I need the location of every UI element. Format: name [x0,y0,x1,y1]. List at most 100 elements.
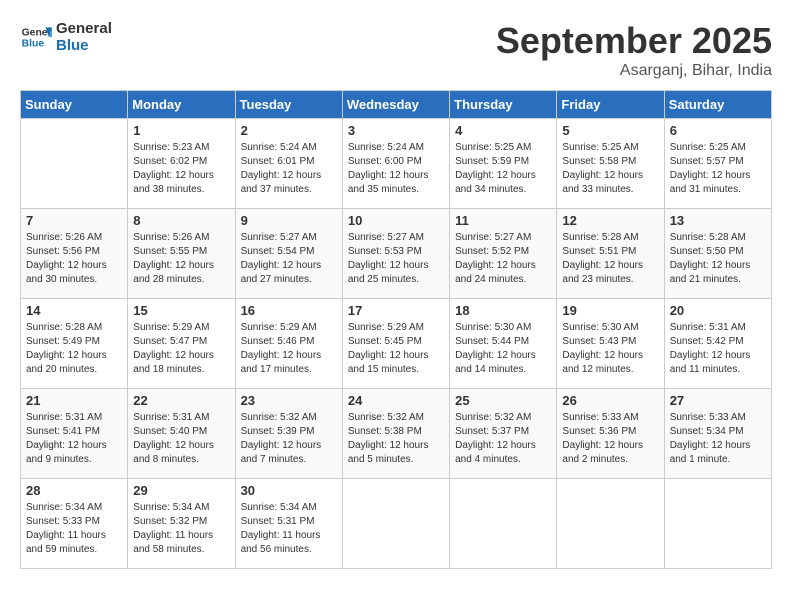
day-info: Sunrise: 5:26 AM Sunset: 5:56 PM Dayligh… [26,231,122,287]
calendar-cell: 7Sunrise: 5:26 AM Sunset: 5:56 PM Daylig… [21,209,128,299]
calendar-cell [557,479,664,569]
day-info: Sunrise: 5:25 AM Sunset: 5:57 PM Dayligh… [670,141,766,197]
calendar-cell: 23 Sunrise: 5:32 AM Sunset: 5:39 PM Dayli… [235,389,342,479]
week-row-4: 21Sunrise: 5:31 AM Sunset: 5:41 PM Dayli… [21,389,772,479]
day-number: 10 [348,213,444,228]
calendar-cell: 5 Sunrise: 5:25 AM Sunset: 5:58 PM Daylig… [557,119,664,209]
day-info: Sunrise: 5:34 AM Sunset: 5:31 PM Dayligh… [241,501,337,557]
calendar-table: SundayMondayTuesdayWednesdayThursdayFrid… [20,90,772,569]
calendar-cell: 20 Sunrise: 5:31 AM Sunset: 5:42 PM Dayli… [664,299,771,389]
day-info: Sunrise: 5:34 AM Sunset: 5:33 PM Dayligh… [26,501,122,557]
day-info: Sunrise: 5:29 AM Sunset: 5:45 PM Dayligh… [348,321,444,377]
day-number: 14 [26,303,122,318]
calendar-cell [450,479,557,569]
calendar-header-row: SundayMondayTuesdayWednesdayThursdayFrid… [21,91,772,119]
location-subtitle: Asarganj, Bihar, India [496,62,772,80]
calendar-cell: 22Sunrise: 5:31 AM Sunset: 5:40 PM Dayli… [128,389,235,479]
day-info: Sunrise: 5:23 AM Sunset: 6:02 PM Dayligh… [133,141,229,197]
calendar-cell: 28 Sunrise: 5:34 AM Sunset: 5:33 PM Dayli… [21,479,128,569]
calendar-cell: 26Sunrise: 5:33 AM Sunset: 5:36 PM Dayli… [557,389,664,479]
day-number: 27 [670,393,766,408]
calendar-cell [21,119,128,209]
day-info: Sunrise: 5:32 AM Sunset: 5:39 PM Dayligh… [241,411,337,467]
calendar-cell: 1 Sunrise: 5:23 AM Sunset: 6:02 PM Daylig… [128,119,235,209]
calendar-cell: 24 Sunrise: 5:32 AM Sunset: 5:38 PM Dayli… [342,389,449,479]
day-info: Sunrise: 5:27 AM Sunset: 5:52 PM Dayligh… [455,231,551,287]
calendar-cell: 25Sunrise: 5:32 AM Sunset: 5:37 PM Dayli… [450,389,557,479]
day-number: 30 [241,483,337,498]
calendar-cell: 3 Sunrise: 5:24 AM Sunset: 6:00 PM Daylig… [342,119,449,209]
day-number: 23 [241,393,337,408]
day-info: Sunrise: 5:34 AM Sunset: 5:32 PM Dayligh… [133,501,229,557]
day-info: Sunrise: 5:31 AM Sunset: 5:42 PM Dayligh… [670,321,766,377]
day-number: 4 [455,123,551,138]
day-number: 28 [26,483,122,498]
column-header-saturday: Saturday [664,91,771,119]
calendar-cell: 9 Sunrise: 5:27 AM Sunset: 5:54 PM Daylig… [235,209,342,299]
logo-text-blue: Blue [56,37,112,54]
day-number: 20 [670,303,766,318]
day-info: Sunrise: 5:31 AM Sunset: 5:41 PM Dayligh… [26,411,122,467]
day-number: 19 [562,303,658,318]
calendar-cell: 11 Sunrise: 5:27 AM Sunset: 5:52 PM Dayli… [450,209,557,299]
day-info: Sunrise: 5:28 AM Sunset: 5:51 PM Dayligh… [562,231,658,287]
day-number: 9 [241,213,337,228]
week-row-3: 14 Sunrise: 5:28 AM Sunset: 5:49 PM Dayli… [21,299,772,389]
calendar-cell: 10 Sunrise: 5:27 AM Sunset: 5:53 PM Dayli… [342,209,449,299]
calendar-cell: 16 Sunrise: 5:29 AM Sunset: 5:46 PM Dayli… [235,299,342,389]
day-info: Sunrise: 5:25 AM Sunset: 5:58 PM Dayligh… [562,141,658,197]
day-info: Sunrise: 5:25 AM Sunset: 5:59 PM Dayligh… [455,141,551,197]
day-info: Sunrise: 5:33 AM Sunset: 5:36 PM Dayligh… [562,411,658,467]
calendar-cell: 19 Sunrise: 5:30 AM Sunset: 5:43 PM Dayli… [557,299,664,389]
logo-icon: General Blue [20,21,52,53]
column-header-tuesday: Tuesday [235,91,342,119]
week-row-1: 1 Sunrise: 5:23 AM Sunset: 6:02 PM Daylig… [21,119,772,209]
day-info: Sunrise: 5:24 AM Sunset: 6:00 PM Dayligh… [348,141,444,197]
calendar-cell: 8 Sunrise: 5:26 AM Sunset: 5:55 PM Daylig… [128,209,235,299]
calendar-cell: 13 Sunrise: 5:28 AM Sunset: 5:50 PM Dayli… [664,209,771,299]
day-info: Sunrise: 5:30 AM Sunset: 5:43 PM Dayligh… [562,321,658,377]
day-number: 12 [562,213,658,228]
day-number: 5 [562,123,658,138]
day-info: Sunrise: 5:31 AM Sunset: 5:40 PM Dayligh… [133,411,229,467]
day-info: Sunrise: 5:29 AM Sunset: 5:47 PM Dayligh… [133,321,229,377]
calendar-cell: 4 Sunrise: 5:25 AM Sunset: 5:59 PM Daylig… [450,119,557,209]
title-block: September 2025 Asarganj, Bihar, India [496,20,772,80]
month-title: September 2025 [496,20,772,62]
column-header-thursday: Thursday [450,91,557,119]
calendar-cell: 12 Sunrise: 5:28 AM Sunset: 5:51 PM Dayli… [557,209,664,299]
day-number: 24 [348,393,444,408]
calendar-cell: 14 Sunrise: 5:28 AM Sunset: 5:49 PM Dayli… [21,299,128,389]
calendar-cell [664,479,771,569]
day-number: 29 [133,483,229,498]
day-number: 8 [133,213,229,228]
day-info: Sunrise: 5:26 AM Sunset: 5:55 PM Dayligh… [133,231,229,287]
day-number: 13 [670,213,766,228]
calendar-cell: 27 Sunrise: 5:33 AM Sunset: 5:34 PM Dayli… [664,389,771,479]
day-number: 1 [133,123,229,138]
day-info: Sunrise: 5:27 AM Sunset: 5:54 PM Dayligh… [241,231,337,287]
day-number: 16 [241,303,337,318]
day-number: 3 [348,123,444,138]
day-number: 18 [455,303,551,318]
column-header-friday: Friday [557,91,664,119]
day-number: 15 [133,303,229,318]
week-row-5: 28 Sunrise: 5:34 AM Sunset: 5:33 PM Dayli… [21,479,772,569]
week-row-2: 7Sunrise: 5:26 AM Sunset: 5:56 PM Daylig… [21,209,772,299]
calendar-cell: 18Sunrise: 5:30 AM Sunset: 5:44 PM Dayli… [450,299,557,389]
day-info: Sunrise: 5:32 AM Sunset: 5:38 PM Dayligh… [348,411,444,467]
logo: General Blue General Blue [20,20,112,54]
day-info: Sunrise: 5:32 AM Sunset: 5:37 PM Dayligh… [455,411,551,467]
calendar-cell: 21Sunrise: 5:31 AM Sunset: 5:41 PM Dayli… [21,389,128,479]
day-number: 11 [455,213,551,228]
day-info: Sunrise: 5:28 AM Sunset: 5:50 PM Dayligh… [670,231,766,287]
day-info: Sunrise: 5:33 AM Sunset: 5:34 PM Dayligh… [670,411,766,467]
calendar-cell: 29 Sunrise: 5:34 AM Sunset: 5:32 PM Dayli… [128,479,235,569]
day-info: Sunrise: 5:29 AM Sunset: 5:46 PM Dayligh… [241,321,337,377]
page-header: General Blue General Blue September 2025… [20,20,772,80]
column-header-sunday: Sunday [21,91,128,119]
day-info: Sunrise: 5:28 AM Sunset: 5:49 PM Dayligh… [26,321,122,377]
day-number: 2 [241,123,337,138]
calendar-cell: 15 Sunrise: 5:29 AM Sunset: 5:47 PM Dayli… [128,299,235,389]
day-info: Sunrise: 5:27 AM Sunset: 5:53 PM Dayligh… [348,231,444,287]
